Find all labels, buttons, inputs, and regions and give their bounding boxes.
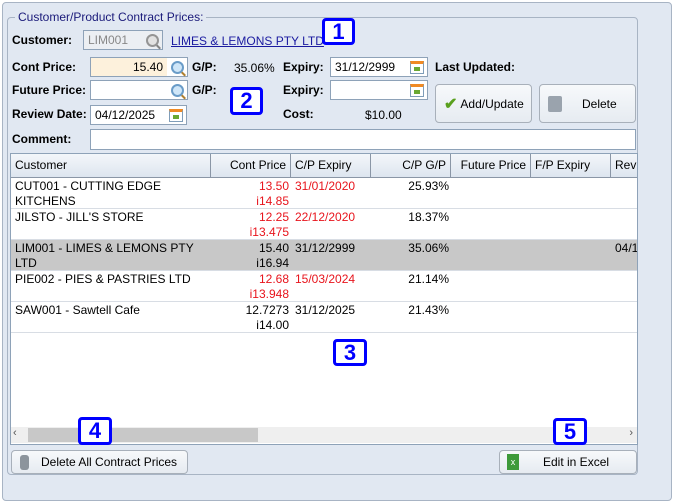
customer-cell: JILSTO - JILL'S STORE: [15, 210, 144, 224]
cont-price-value: 15.40: [132, 60, 163, 74]
delete-all-label: Delete All Contract Prices: [41, 455, 178, 469]
table-row[interactable]: CUT001 - CUTTING EDGE KITCHENS 13.50 i14.85…: [11, 178, 637, 209]
delete-label: Delete: [582, 96, 617, 111]
shredder-icon: [548, 95, 562, 112]
future-expiry-label: Expiry:: [283, 83, 324, 97]
comment-label: Comment:: [12, 132, 72, 146]
future-gp-label: G/P:: [192, 83, 217, 97]
cp-expiry-cell: 15/03/2024: [295, 272, 356, 286]
annotation-badge-4: 4: [78, 417, 112, 445]
incl-price-cell: i13.475: [249, 225, 289, 239]
review-date-label: Review Date:: [12, 107, 87, 121]
annotation-badge-2: 2: [230, 87, 263, 115]
calendar-icon[interactable]: [166, 106, 186, 124]
expiry-value: 31/12/2999: [335, 60, 396, 74]
cp-gp-cell: 18.37%: [408, 210, 449, 224]
cp-expiry-cell: 31/12/2999: [295, 241, 356, 255]
trash-can-icon: [20, 454, 29, 470]
calendar-icon[interactable]: [407, 81, 427, 99]
incl-price-cell: i14.85: [256, 194, 289, 208]
incl-price-cell: i16.94: [256, 256, 289, 270]
cp-gp-cell: 21.14%: [408, 272, 449, 286]
annotation-badge-1: 1: [322, 18, 355, 45]
cp-expiry-cell: 31/12/2025: [295, 303, 356, 317]
column-header-cont-price[interactable]: Cont Price: [211, 154, 291, 178]
scrollbar-thumb[interactable]: [28, 428, 258, 442]
table-row[interactable]: SAW001 - Sawtell Cafe 12.7273 i14.00 31/12/…: [11, 302, 637, 333]
cp-expiry-cell: 22/12/2020: [295, 210, 356, 224]
column-header-cp-expiry[interactable]: C/P Expiry: [291, 154, 371, 178]
column-header-review[interactable]: Rev: [611, 154, 637, 178]
scroll-left-arrow[interactable]: ‹: [13, 427, 17, 439]
cont-price-cell: 12.68: [258, 272, 289, 286]
cp-gp-cell: 35.06%: [408, 241, 449, 255]
excel-icon: x: [507, 454, 519, 470]
cp-gp-cell: 21.43%: [408, 303, 449, 317]
search-icon[interactable]: [167, 81, 187, 99]
column-header-customer[interactable]: Customer: [11, 154, 211, 178]
cont-price-cell: 12.25: [258, 210, 289, 224]
future-price-input[interactable]: [90, 80, 188, 100]
cp-expiry-cell: 31/01/2020: [295, 179, 356, 193]
future-expiry-input[interactable]: [330, 80, 428, 100]
cont-price-cell: 13.50: [258, 179, 289, 193]
customer-name-link[interactable]: LIMES & LEMONS PTY LTD: [171, 34, 324, 48]
gp-value: 35.06%: [234, 61, 275, 75]
edit-excel-label: Edit in Excel: [543, 455, 610, 469]
review-date-value: 04/12/2025: [95, 108, 156, 122]
search-icon[interactable]: [167, 58, 187, 76]
panel-title: Customer/Product Contract Prices:: [15, 10, 207, 24]
add-update-button[interactable]: ✔ Add/Update: [435, 84, 532, 123]
annotation-badge-3: 3: [333, 339, 367, 366]
gp-label: G/P:: [192, 60, 217, 74]
incl-price-cell: i14.00: [256, 318, 289, 332]
customer-cell: PIE002 - PIES & PASTRIES LTD: [15, 272, 191, 286]
expiry-input[interactable]: 31/12/2999: [330, 57, 428, 77]
cont-price-input[interactable]: 15.40: [90, 57, 188, 77]
customer-cell: SAW001 - Sawtell Cafe: [15, 303, 140, 317]
customer-cell-line2: LTD: [15, 256, 37, 270]
cost-label: Cost:: [283, 107, 314, 121]
cost-value: $10.00: [365, 108, 402, 122]
search-icon[interactable]: [142, 31, 162, 49]
table-row[interactable]: PIE002 - PIES & PASTRIES LTD 12.68 i13.948…: [11, 271, 637, 302]
customer-cell: LIM001 - LIMES & LEMONS PTY: [15, 241, 194, 255]
comment-input[interactable]: [90, 129, 636, 150]
customer-cell: CUT001 - CUTTING EDGE: [15, 179, 162, 193]
cont-price-cell: 15.40: [258, 241, 289, 255]
cont-price-cell: 12.7273: [245, 303, 289, 317]
annotation-badge-5: 5: [553, 418, 587, 445]
cp-gp-cell: 25.93%: [408, 179, 449, 193]
delete-all-contract-prices-button[interactable]: Delete All Contract Prices: [11, 450, 188, 474]
review-cell: 04/1: [615, 241, 638, 255]
column-header-cp-gp[interactable]: C/P G/P: [371, 154, 451, 178]
scroll-right-arrow[interactable]: ›: [629, 427, 633, 439]
customer-code-value: LIM001: [88, 33, 129, 47]
future-price-label: Future Price:: [12, 83, 87, 97]
customer-cell-line2: KITCHENS: [15, 194, 76, 208]
cont-price-label: Cont Price:: [12, 60, 77, 74]
expiry-label: Expiry:: [283, 60, 324, 74]
customer-code-field[interactable]: LIM001: [83, 30, 163, 50]
table-row[interactable]: JILSTO - JILL'S STORE 12.25 i13.475 22/12/2…: [11, 209, 637, 240]
checkmark-icon: ✔: [444, 95, 458, 113]
table-row[interactable]: LIM001 - LIMES & LEMONS PTY LTD 15.40 i16.9…: [11, 240, 637, 271]
customer-label: Customer:: [12, 33, 73, 47]
add-update-label: Add/Update: [460, 96, 524, 111]
edit-in-excel-button[interactable]: x Edit in Excel: [499, 450, 637, 474]
calendar-icon[interactable]: [407, 58, 427, 76]
incl-price-cell: i13.948: [249, 287, 289, 301]
column-header-future-price[interactable]: Future Price: [451, 154, 531, 178]
column-header-fp-expiry[interactable]: F/P Expiry: [531, 154, 611, 178]
delete-button[interactable]: Delete: [539, 84, 636, 123]
review-date-input[interactable]: 04/12/2025: [90, 105, 187, 125]
contract-prices-table: Customer Cont Price C/P Expiry C/P G/P F…: [10, 153, 638, 445]
last-updated-label: Last Updated:: [435, 60, 516, 74]
